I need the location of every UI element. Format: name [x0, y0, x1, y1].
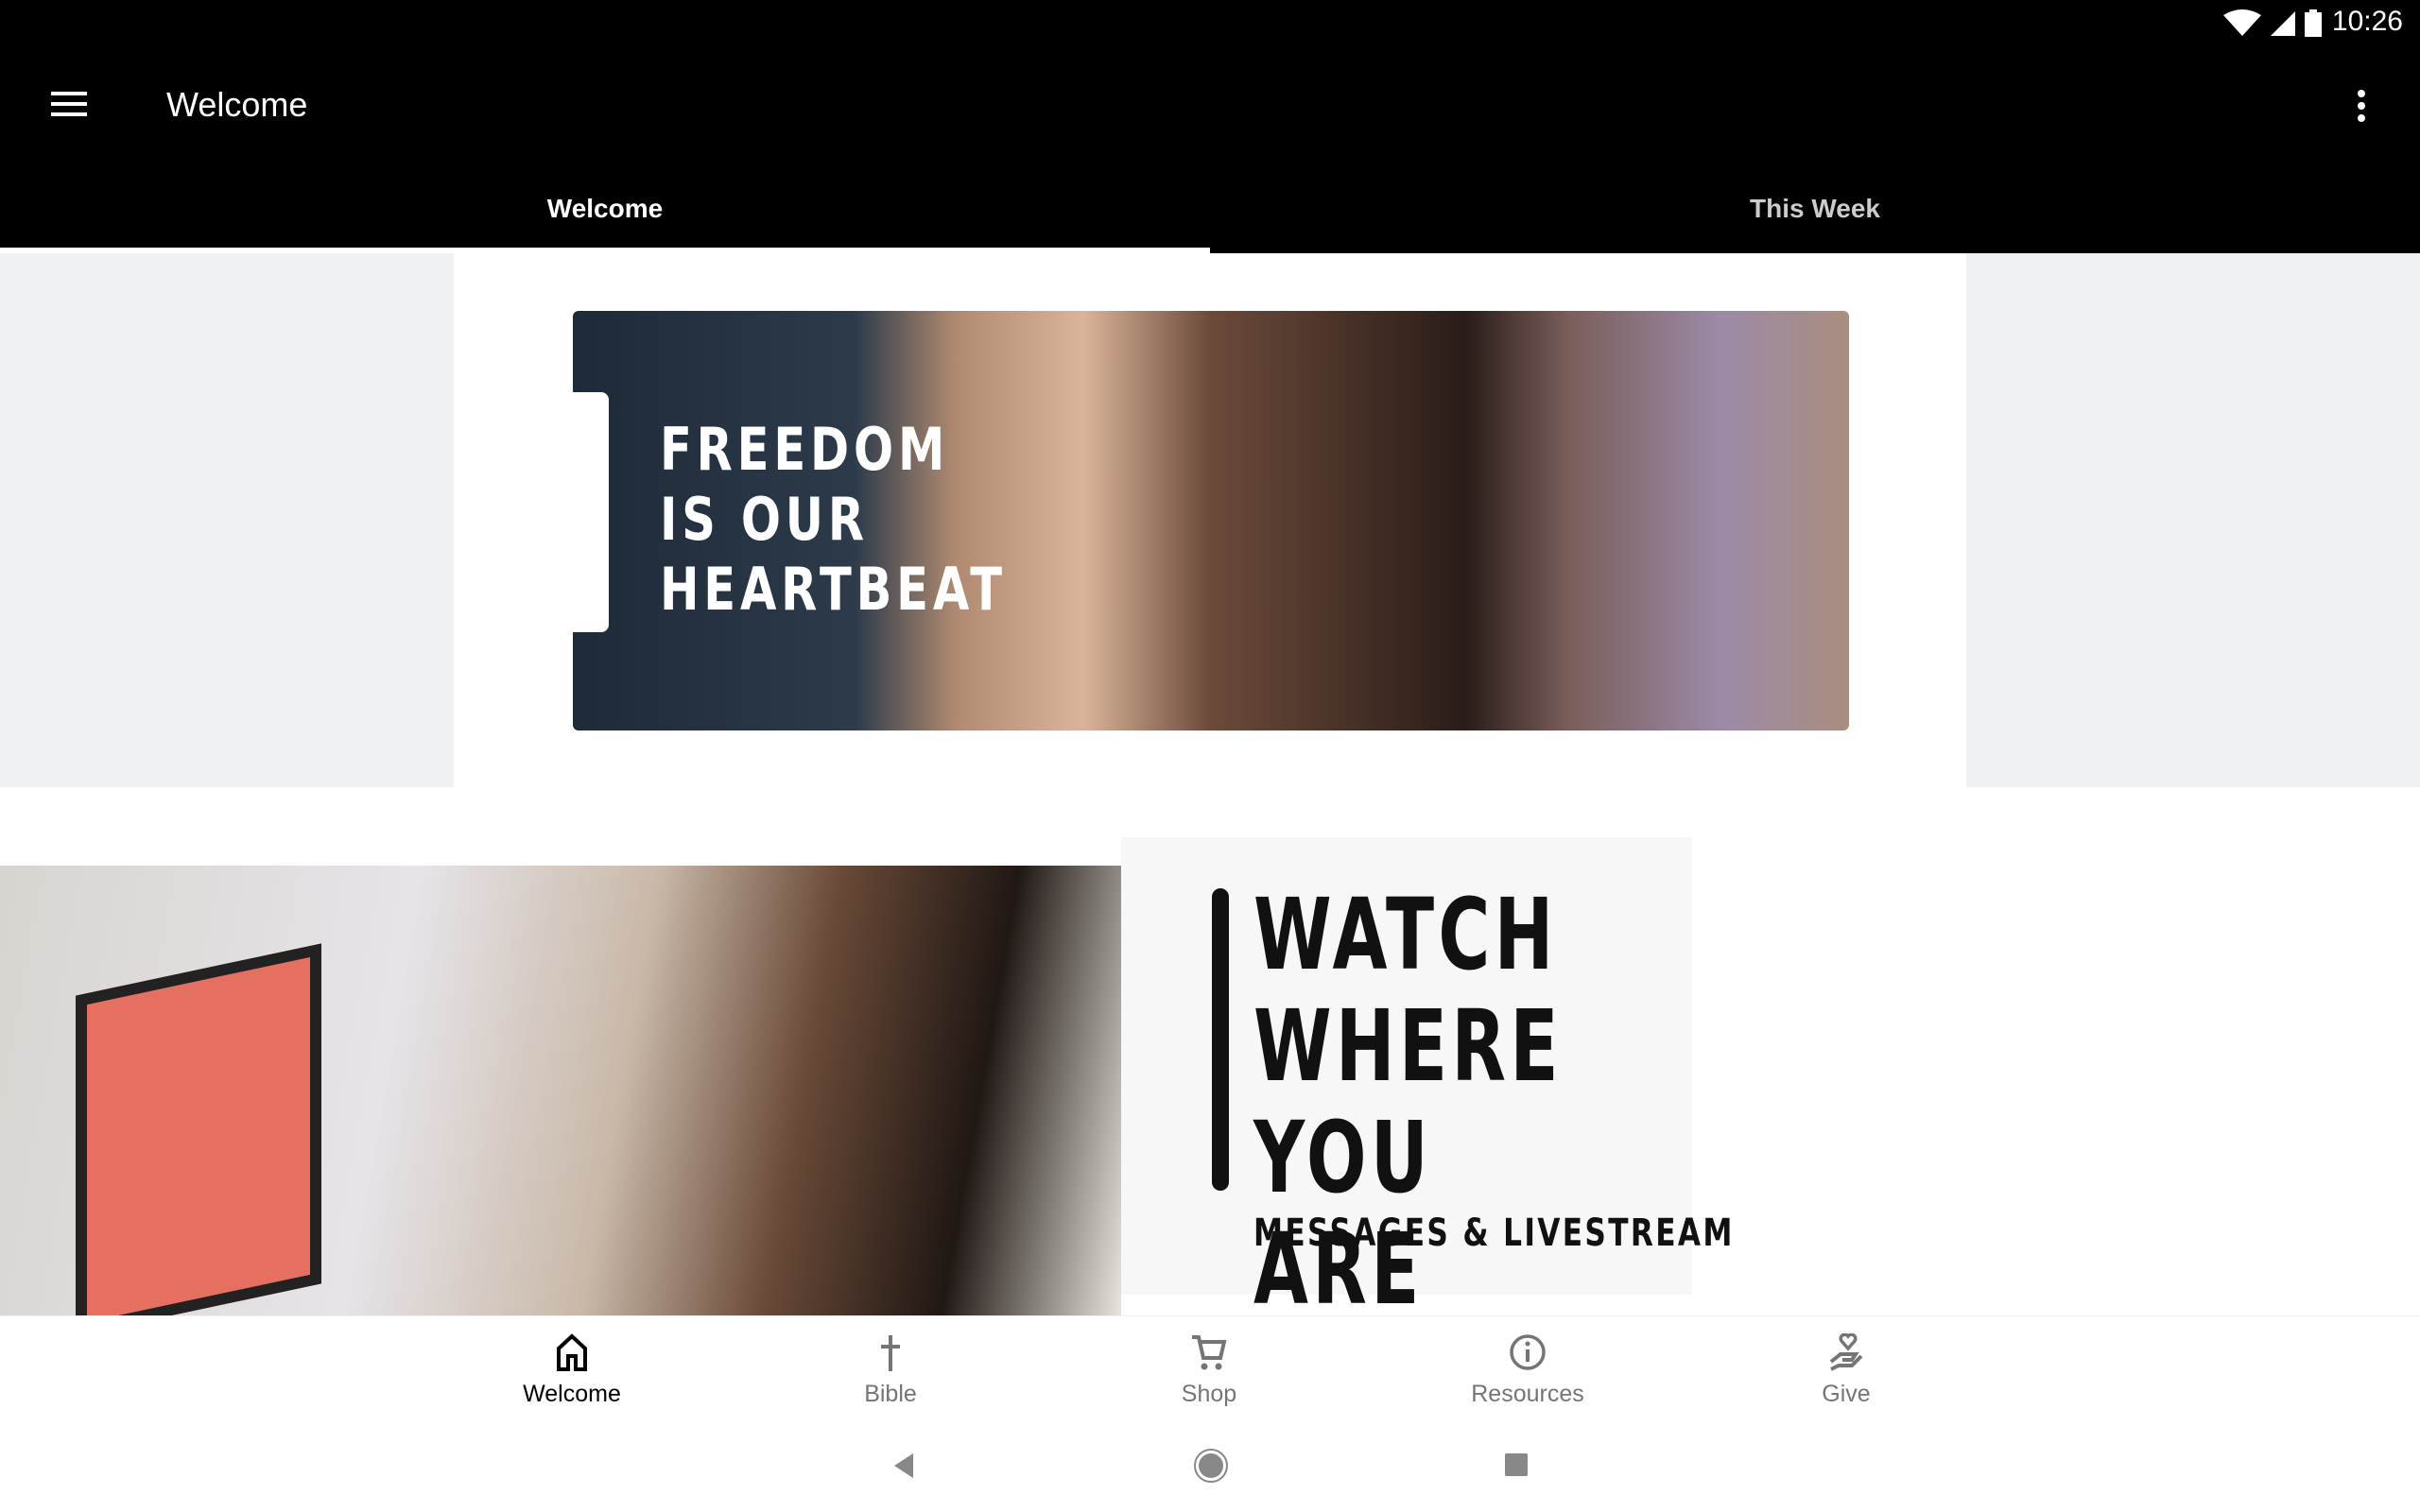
banner-line: FREEDOM — [660, 415, 950, 484]
cart-icon — [1192, 1335, 1227, 1370]
nav-label: Bible — [864, 1381, 917, 1407]
bottom-navigation: Welcome Bible Shop Resources Give — [0, 1315, 2420, 1429]
nav-bible[interactable]: Bible — [749, 1316, 1032, 1430]
page-title: Welcome — [166, 85, 308, 124]
nav-label: Welcome — [523, 1381, 621, 1407]
banner-line: IS OUR — [660, 485, 869, 554]
home-icon — [557, 1333, 587, 1371]
watch-card[interactable]: WATCH WHERE YOU ARE MESSAGES & LIVESTREA… — [1121, 837, 1732, 1325]
recents-icon[interactable] — [1505, 1453, 1530, 1478]
back-icon[interactable] — [890, 1452, 919, 1480]
nav-shop[interactable]: Shop — [1067, 1316, 1351, 1430]
freedom-banner-image[interactable]: FREEDOM IS OUR HEARTBEAT — [573, 311, 1849, 730]
watch-subtitle: MESSAGES & LIVESTREAM — [1253, 1211, 1735, 1255]
watch-accent-bar — [1212, 888, 1229, 1191]
watch-line: WHERE — [1253, 988, 1563, 1104]
hamburger-icon[interactable] — [51, 90, 87, 118]
banner-text: FREEDOM IS OUR HEARTBEAT — [660, 415, 1007, 625]
more-vert-icon[interactable] — [2356, 89, 2367, 123]
home-circle-icon[interactable] — [1193, 1448, 1229, 1484]
watch-line: WATCH — [1253, 877, 1558, 992]
banner-line: HEARTBEAT — [660, 555, 1007, 624]
app-bar: Welcome Welcome This Week — [0, 47, 2420, 253]
tab-welcome[interactable]: Welcome — [0, 194, 1210, 224]
watch-heading: WATCH WHERE YOU ARE — [1253, 879, 1569, 1325]
welcome-laptop-image[interactable] — [0, 866, 1121, 1336]
laptop-screen — [76, 943, 321, 1336]
nav-label: Shop — [1181, 1381, 1237, 1407]
tab-this-week[interactable]: This Week — [1210, 194, 2420, 224]
give-hand-icon — [1829, 1333, 1863, 1371]
nav-give[interactable]: Give — [1704, 1316, 1988, 1430]
nav-label: Give — [1822, 1381, 1871, 1407]
status-bar: 10:26 — [0, 0, 2420, 47]
nav-resources[interactable]: Resources — [1386, 1316, 1669, 1430]
nav-welcome[interactable]: Welcome — [430, 1316, 714, 1430]
nav-label: Resources — [1471, 1381, 1584, 1407]
system-navigation — [0, 1429, 2420, 1512]
battery-icon — [2305, 9, 2322, 37]
info-icon — [1510, 1334, 1546, 1370]
clock: 10:26 — [2331, 6, 2403, 37]
banner-accent-bar — [573, 392, 609, 632]
cross-icon — [881, 1335, 900, 1371]
